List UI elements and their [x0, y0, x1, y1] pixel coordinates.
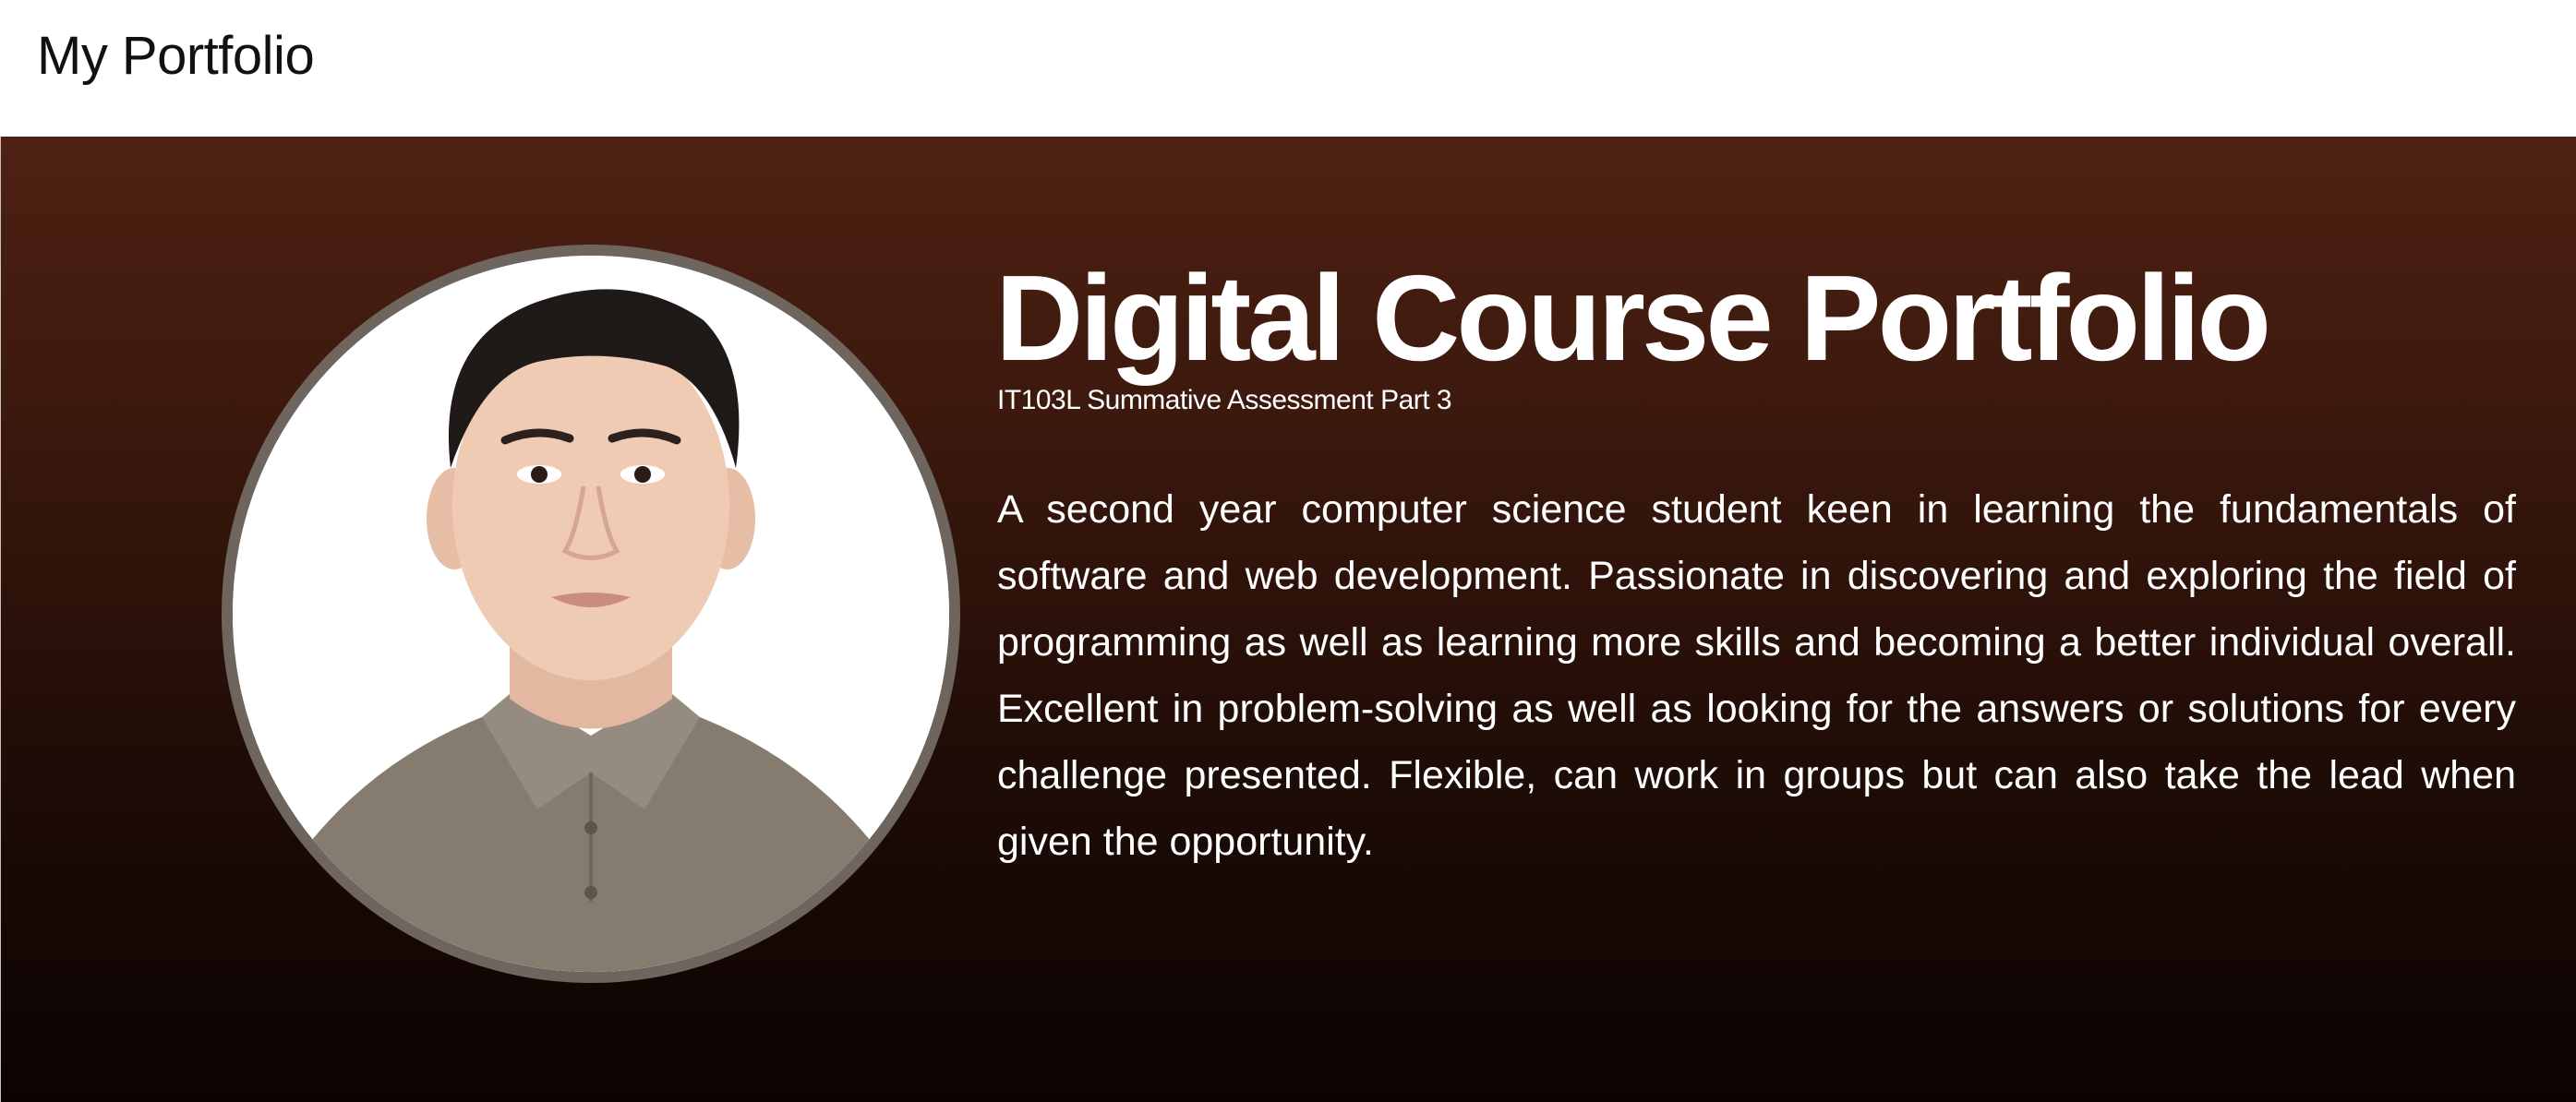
top-navbar: My Portfolio [0, 0, 2576, 137]
navbar-brand-link[interactable]: My Portfolio [37, 24, 315, 89]
page-title: Digital Course Portfolio [995, 250, 2271, 386]
page-subtitle: IT103L Summative Assessment Part 3 [997, 385, 1452, 415]
profile-photo [233, 256, 949, 972]
bio-paragraph: A second year computer science student k… [997, 487, 2516, 864]
